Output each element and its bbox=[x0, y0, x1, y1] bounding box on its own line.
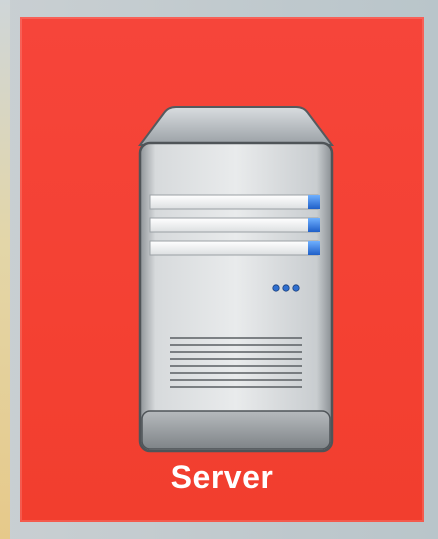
server-label: Server bbox=[170, 459, 274, 495]
server-icon bbox=[138, 106, 334, 453]
server-icon-wrap bbox=[136, 105, 336, 455]
background-edge bbox=[0, 0, 10, 539]
server-tile[interactable]: Server bbox=[20, 17, 424, 522]
